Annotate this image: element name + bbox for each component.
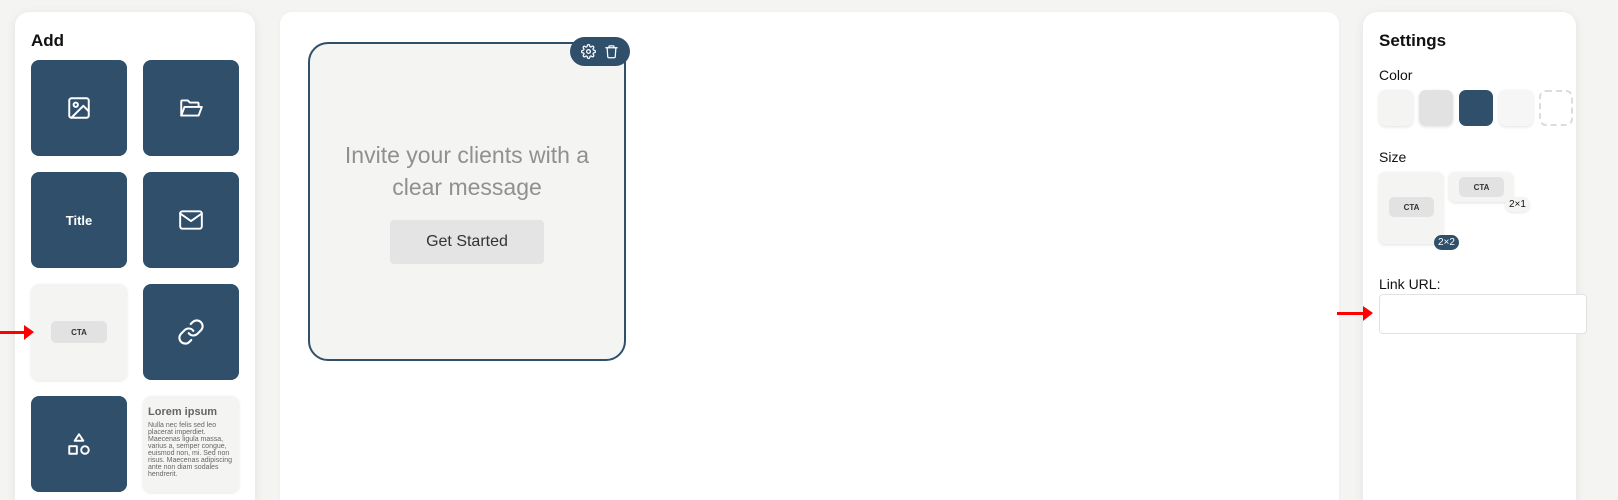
add-panel-title: Add — [31, 31, 65, 50]
color-swatch-white[interactable] — [1499, 90, 1533, 126]
annotation-arrow-left — [0, 325, 34, 340]
size-badge-2x2: 2×2 — [1434, 235, 1459, 250]
link-url-label: Link URL: — [1379, 276, 1441, 292]
settings-panel: Settings Color Size CTA 2×2 CTA 2×1 Link… — [1363, 12, 1587, 500]
link-icon — [178, 319, 204, 345]
size-option-2x1[interactable]: CTA — [1449, 172, 1513, 202]
size-badge-2x1: 2×1 — [1505, 197, 1530, 212]
title-tile-label: Title — [65, 212, 93, 228]
size-2x2-preview: CTA — [1389, 197, 1434, 217]
mail-icon — [179, 210, 203, 230]
size-label: Size — [1379, 149, 1407, 165]
add-cta-tile[interactable]: CTA — [31, 284, 127, 380]
card-toolbar — [570, 37, 630, 66]
annotation-arrow-right — [1337, 306, 1373, 321]
add-folder-tile[interactable] — [143, 60, 239, 156]
add-shapes-tile[interactable] — [31, 396, 127, 492]
size-option-2x2[interactable]: CTA — [1379, 172, 1443, 244]
size-2x1-preview: CTA — [1459, 177, 1504, 197]
add-panel: Add Title CTA Lorem ipsum Nulla nec feli… — [15, 12, 255, 500]
link-url-input[interactable] — [1379, 294, 1587, 334]
color-swatch-gray[interactable] — [1419, 90, 1453, 126]
color-swatch-transparent[interactable] — [1539, 90, 1573, 126]
color-label: Color — [1379, 67, 1413, 83]
add-image-tile[interactable] — [31, 60, 127, 156]
add-email-tile[interactable] — [143, 172, 239, 268]
text-tile-body: Nulla nec felis sed leo placerat imperdi… — [148, 422, 233, 478]
trash-icon — [605, 45, 618, 59]
color-swatch-navy[interactable] — [1459, 90, 1493, 126]
cta-tile-preview: CTA — [51, 321, 107, 343]
color-swatch-light[interactable] — [1379, 90, 1413, 126]
gear-icon — [581, 44, 596, 59]
text-tile-title: Lorem ipsum — [148, 406, 218, 418]
get-started-button[interactable]: Get Started — [390, 220, 544, 264]
add-link-tile[interactable] — [143, 284, 239, 380]
add-text-tile[interactable]: Lorem ipsum Nulla nec felis sed leo plac… — [143, 396, 239, 492]
card-settings-button[interactable] — [581, 44, 596, 59]
add-title-tile[interactable]: Title — [31, 172, 127, 268]
shapes-icon — [68, 433, 90, 455]
settings-title: Settings — [1379, 31, 1447, 50]
card-delete-button[interactable] — [604, 44, 619, 59]
cta-card[interactable]: Invite your clients with a clear message… — [308, 42, 626, 361]
cta-message: Invite your clients with a clear message — [344, 142, 590, 200]
folder-open-icon — [180, 99, 203, 117]
image-icon — [68, 97, 90, 119]
